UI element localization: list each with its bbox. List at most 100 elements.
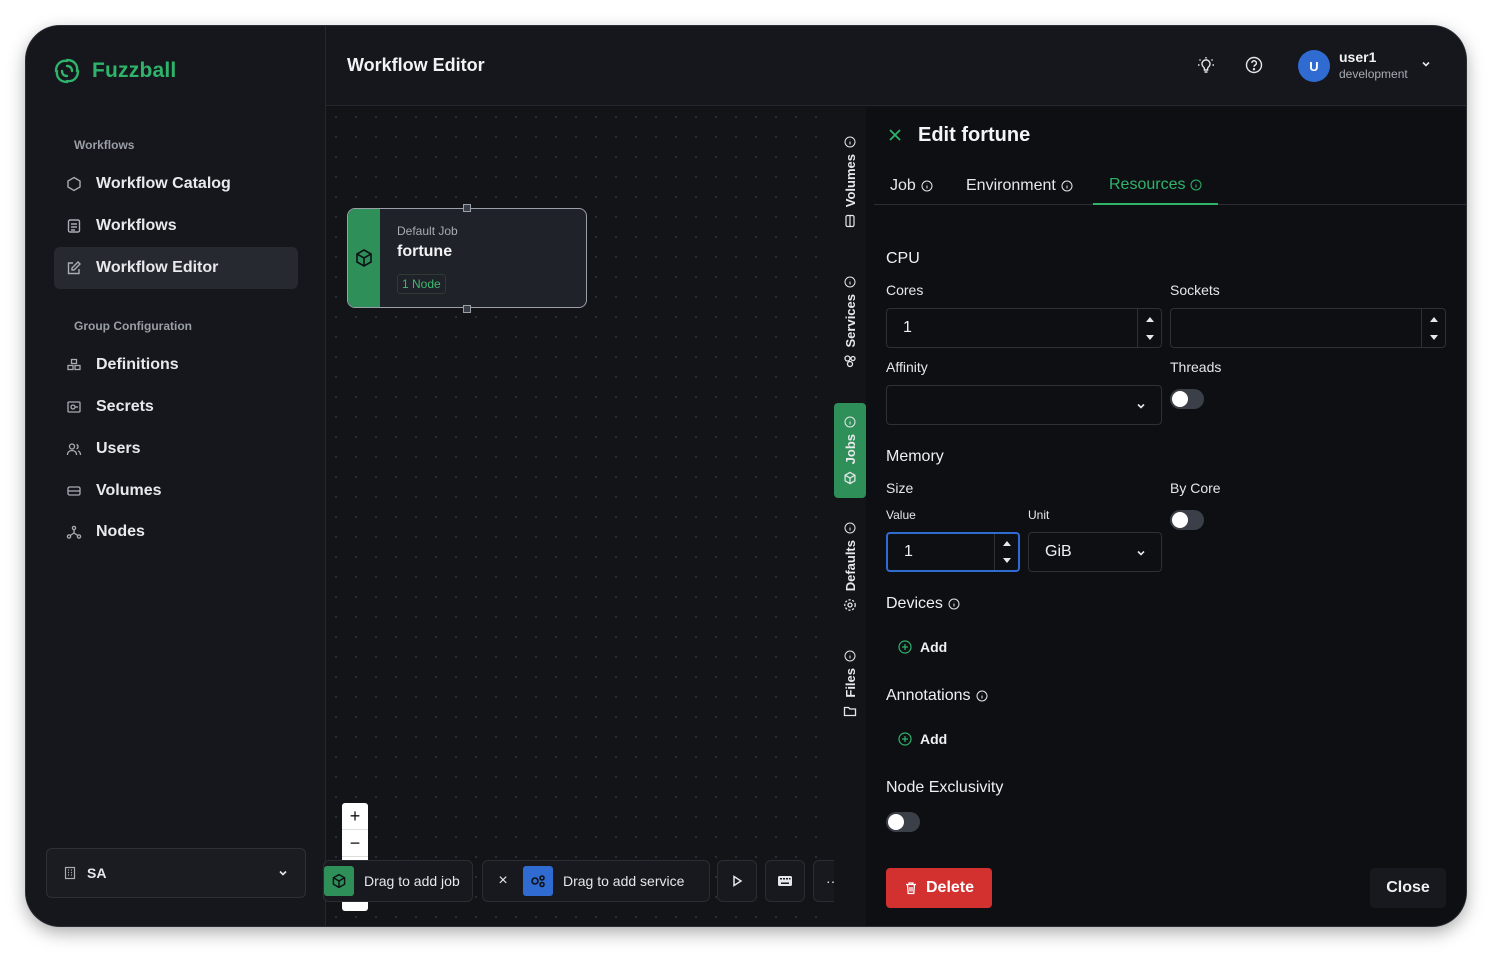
- tab-job[interactable]: Job: [874, 167, 949, 205]
- remove-icon[interactable]: ×: [483, 872, 523, 890]
- drag-add-job[interactable]: Drag to add job: [323, 860, 473, 902]
- sidebar-item-definitions[interactable]: Definitions: [54, 344, 298, 386]
- info-icon: [844, 276, 856, 288]
- nodes-icon: [66, 525, 82, 539]
- cube-icon: [356, 249, 372, 267]
- info-icon: [1190, 179, 1202, 191]
- stepper-down-icon[interactable]: [1422, 328, 1445, 347]
- close-button[interactable]: Close: [1370, 868, 1446, 908]
- sidebar-item-workflow-catalog[interactable]: Workflow Catalog: [54, 163, 298, 205]
- close-icon[interactable]: [888, 128, 902, 142]
- sidebar-item-label: Workflows: [96, 217, 177, 234]
- cores-label: Cores: [886, 282, 924, 298]
- memory-value-input[interactable]: 1: [886, 532, 1020, 572]
- sockets-stepper[interactable]: [1421, 309, 1445, 347]
- cores-stepper[interactable]: [1137, 309, 1161, 347]
- list-icon: [67, 219, 81, 233]
- info-icon: [948, 598, 960, 610]
- chevron-down-icon: [279, 870, 287, 876]
- stepper-up-icon[interactable]: [1422, 309, 1445, 328]
- memory-value-stepper[interactable]: [994, 534, 1018, 570]
- zoom-in-button[interactable]: +: [342, 803, 368, 830]
- keyboard-button[interactable]: [765, 860, 805, 902]
- sidebar-item-workflow-editor[interactable]: Workflow Editor: [54, 247, 298, 289]
- app-window: Fuzzball Workflows Workflow Catalog Work…: [26, 26, 1466, 926]
- stepper-up-icon[interactable]: [995, 534, 1018, 552]
- service-chip: [523, 866, 553, 896]
- job-node-kind: Default Job: [397, 224, 458, 238]
- memory-value: 1: [904, 543, 913, 560]
- info-icon: [976, 690, 988, 702]
- cores-input[interactable]: 1: [886, 308, 1162, 348]
- sidebar-item-users[interactable]: Users: [54, 428, 298, 470]
- by-core-toggle[interactable]: [1170, 510, 1204, 530]
- tab-resources[interactable]: Resources: [1093, 167, 1219, 205]
- tab-volumes[interactable]: Volumes: [834, 127, 866, 237]
- tab-files[interactable]: Files: [834, 639, 866, 729]
- info-icon: [844, 650, 856, 662]
- add-annotation-button[interactable]: Add: [898, 731, 947, 747]
- page-title: Workflow Editor: [347, 55, 485, 75]
- stepper-down-icon[interactable]: [995, 552, 1018, 570]
- chevron-down-icon[interactable]: [1420, 58, 1432, 70]
- annotations-title: Annotations: [886, 687, 988, 705]
- help-icon[interactable]: [1245, 56, 1263, 74]
- sidebar-item-nodes[interactable]: Nodes: [54, 511, 298, 553]
- top-header: Workflow Editor U user1 development: [326, 26, 1466, 106]
- sidebar-item-secrets[interactable]: Secrets: [54, 386, 298, 428]
- node-handle-bottom[interactable]: [463, 305, 471, 313]
- keyboard-icon: [778, 876, 792, 886]
- tab-label: Environment: [966, 177, 1056, 194]
- plus-circle-icon: [898, 732, 912, 746]
- stepper-up-icon[interactable]: [1138, 309, 1161, 328]
- add-device-button[interactable]: Add: [898, 639, 947, 655]
- trash-icon: [905, 882, 916, 895]
- sidebar-item-workflows[interactable]: Workflows: [54, 205, 298, 247]
- info-icon: [844, 136, 856, 148]
- tab-jobs[interactable]: Jobs: [834, 403, 866, 498]
- annotations-title-text: Annotations: [886, 687, 971, 704]
- sidebar-item-volumes[interactable]: Volumes: [54, 470, 298, 512]
- node-exclusivity-toggle[interactable]: [886, 812, 920, 832]
- sockets-input[interactable]: [1170, 308, 1446, 348]
- cube-icon: [844, 471, 856, 484]
- node-handle-top[interactable]: [463, 204, 471, 212]
- stepper-down-icon[interactable]: [1138, 328, 1161, 347]
- editor-tabs: Job Environment Resources: [874, 167, 1466, 205]
- workflow-canvas[interactable]: Default Job fortune 1 Node + − Drag to a…: [323, 107, 853, 926]
- delete-button[interactable]: Delete: [886, 868, 992, 908]
- add-annotation-label: Add: [920, 731, 948, 747]
- threads-toggle[interactable]: [1170, 389, 1204, 409]
- delete-label: Delete: [925, 879, 975, 896]
- tab-label: Volumes: [842, 154, 858, 208]
- node-exclusivity-title: Node Exclusivity: [886, 779, 1004, 796]
- chevron-down-icon: [1137, 403, 1145, 409]
- tab-label: Resources: [1109, 176, 1186, 193]
- tab-services[interactable]: Services: [834, 257, 866, 387]
- zoom-out-button[interactable]: −: [342, 830, 368, 857]
- job-node-fortune[interactable]: Default Job fortune 1 Node: [347, 208, 587, 308]
- avatar[interactable]: U: [1298, 50, 1330, 82]
- boxes-icon: [67, 358, 81, 371]
- memory-unit-select[interactable]: GiB: [1028, 532, 1162, 572]
- drag-service-label: Drag to add service: [563, 873, 685, 889]
- drag-add-service[interactable]: × Drag to add service: [482, 860, 710, 902]
- gears-icon: [531, 875, 545, 888]
- affinity-select[interactable]: [886, 385, 1162, 425]
- nav-section-group-configuration: Group Configuration: [74, 319, 192, 333]
- plus-circle-icon: [898, 640, 912, 654]
- org-select[interactable]: SA: [46, 848, 306, 898]
- run-button[interactable]: [717, 860, 757, 902]
- tab-defaults[interactable]: Defaults: [834, 512, 866, 622]
- hexagon-icon: [67, 176, 81, 192]
- user-name[interactable]: user1: [1339, 49, 1376, 65]
- tab-environment[interactable]: Environment: [950, 167, 1089, 205]
- theme-toggle-icon[interactable]: [1197, 56, 1215, 74]
- memory-title: Memory: [886, 448, 944, 465]
- edit-panel: Edit fortune Job Environment Resources C…: [866, 107, 1466, 926]
- value-label: Value: [886, 508, 916, 522]
- tab-label: Services: [842, 294, 858, 348]
- brand[interactable]: Fuzzball: [52, 56, 176, 86]
- size-label: Size: [886, 480, 914, 496]
- info-icon: [1061, 180, 1073, 192]
